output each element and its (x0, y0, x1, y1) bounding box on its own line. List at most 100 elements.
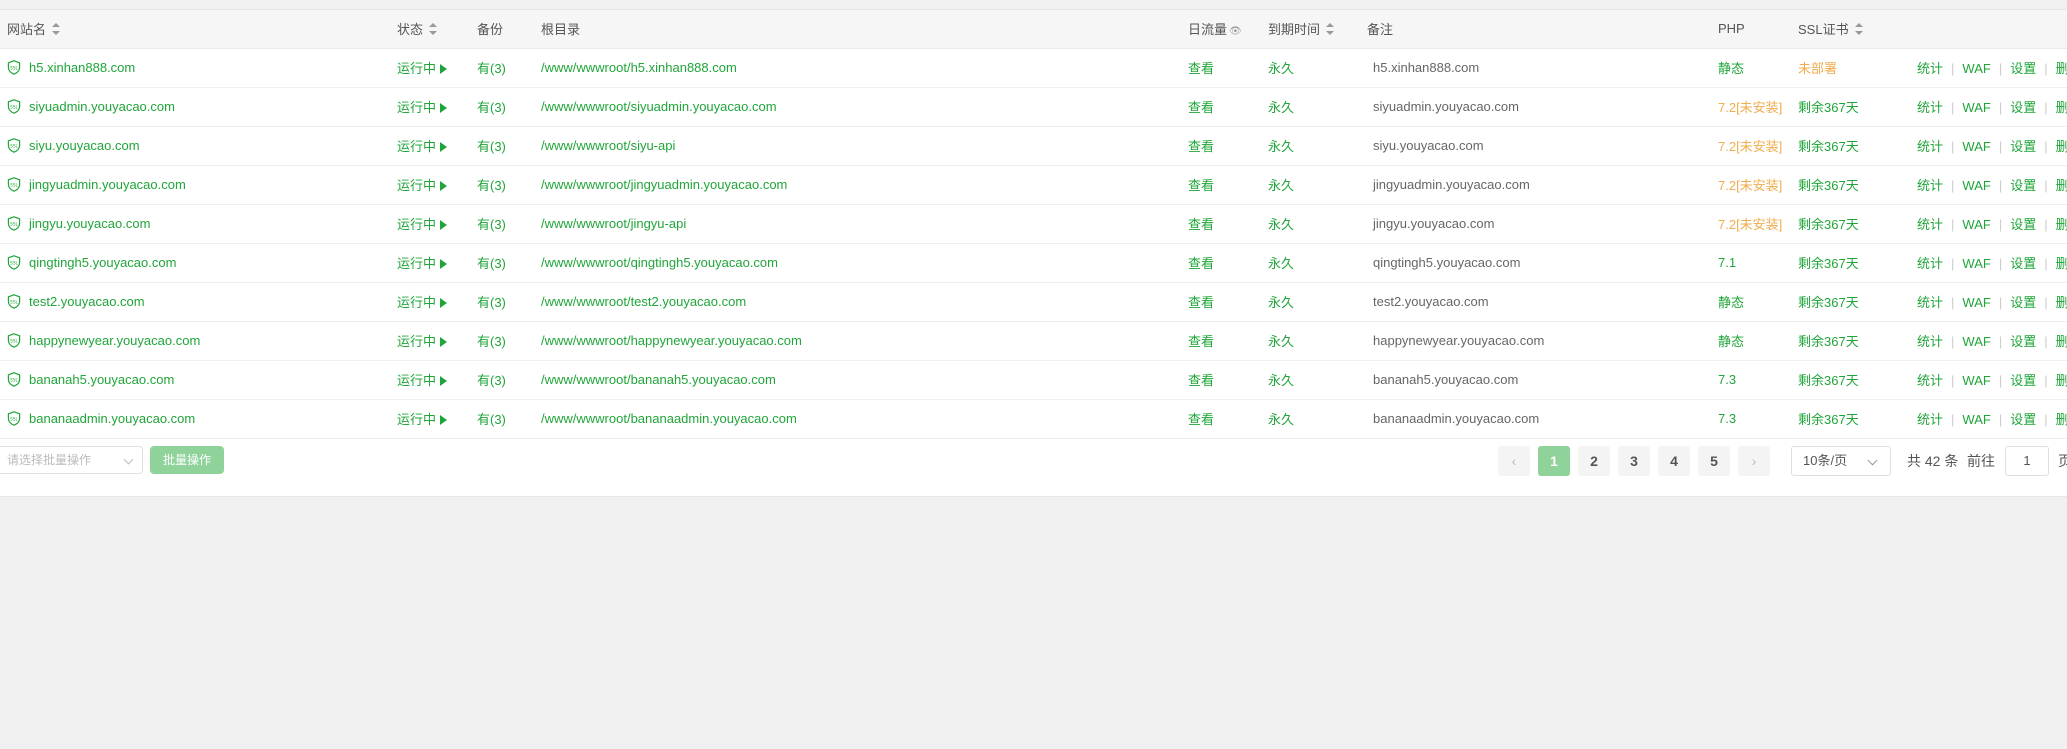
ssl-cell[interactable]: 剩余367天 (1798, 399, 1911, 438)
remark-cell[interactable]: jingyu.youyacao.com (1367, 204, 1718, 243)
next-page-button[interactable]: › (1738, 446, 1770, 476)
traffic-view-link[interactable]: 查看 (1188, 178, 1214, 193)
php-version-link[interactable]: 静态 (1718, 295, 1744, 310)
delete-link[interactable]: 删除 (2056, 256, 2067, 271)
col-header-name[interactable]: 网站名 (0, 10, 397, 49)
status-cell[interactable]: 运行中 (397, 321, 477, 360)
root-dir-link[interactable]: /www/wwwroot/test2.youyacao.com (541, 294, 746, 309)
settings-link[interactable]: 设置 (2010, 100, 2036, 115)
php-cell[interactable]: 7.2[未安装] (1718, 165, 1798, 204)
backup-cell[interactable]: 有(3) (477, 321, 541, 360)
backup-link[interactable]: 有(3) (477, 295, 506, 310)
ssl-cell[interactable]: 剩余367天 (1798, 204, 1911, 243)
remark-cell[interactable]: siyu.youyacao.com (1367, 126, 1718, 165)
traffic-view-link[interactable]: 查看 (1188, 334, 1214, 349)
traffic-cell[interactable]: 查看 (1188, 321, 1268, 360)
traffic-view-link[interactable]: 查看 (1188, 61, 1214, 76)
ssl-status-link[interactable]: 剩余367天 (1798, 373, 1859, 388)
expire-link[interactable]: 永久 (1268, 295, 1294, 310)
play-icon[interactable] (440, 415, 448, 425)
stats-link[interactable]: 统计 (1917, 61, 1943, 76)
col-header-expire[interactable]: 到期时间 (1268, 10, 1367, 49)
status-cell[interactable]: 运行中 (397, 282, 477, 321)
stats-link[interactable]: 统计 (1917, 139, 1943, 154)
site-name-cell[interactable]: SSL jingyu.youyacao.com (0, 204, 397, 243)
status-text[interactable]: 运行中 (397, 139, 436, 154)
expire-cell[interactable]: 永久 (1268, 87, 1367, 126)
expire-link[interactable]: 永久 (1268, 412, 1294, 427)
traffic-cell[interactable]: 查看 (1188, 165, 1268, 204)
ssl-cell[interactable]: 剩余367天 (1798, 126, 1911, 165)
col-header-ssl[interactable]: SSL证书 (1798, 10, 1911, 49)
page-button-5[interactable]: 5 (1698, 446, 1730, 476)
delete-link[interactable]: 删除 (2056, 217, 2067, 232)
remark-cell[interactable]: bananah5.youyacao.com (1367, 360, 1718, 399)
root-dir-link[interactable]: /www/wwwroot/siyuadmin.youyacao.com (541, 99, 777, 114)
expire-cell[interactable]: 永久 (1268, 243, 1367, 282)
sort-icon[interactable] (1326, 23, 1335, 36)
goto-page-input[interactable]: 1 (2005, 446, 2049, 476)
play-icon[interactable] (440, 220, 448, 230)
play-icon[interactable] (440, 337, 448, 347)
play-icon[interactable] (440, 298, 448, 308)
root-dir-link[interactable]: /www/wwwroot/happynewyear.youyacao.com (541, 333, 802, 348)
root-dir-link[interactable]: /www/wwwroot/bananah5.youyacao.com (541, 372, 776, 387)
ssl-status-link[interactable]: 剩余367天 (1798, 412, 1859, 427)
delete-link[interactable]: 删除 (2056, 139, 2067, 154)
remark-cell[interactable]: test2.youyacao.com (1367, 282, 1718, 321)
root-cell[interactable]: /www/wwwroot/jingyu-api (541, 204, 1188, 243)
ssl-status-link[interactable]: 剩余367天 (1798, 334, 1859, 349)
traffic-cell[interactable]: 查看 (1188, 243, 1268, 282)
waf-link[interactable]: WAF (1962, 178, 1990, 193)
status-text[interactable]: 运行中 (397, 100, 436, 115)
backup-link[interactable]: 有(3) (477, 61, 506, 76)
root-cell[interactable]: /www/wwwroot/jingyuadmin.youyacao.com (541, 165, 1188, 204)
site-name-cell[interactable]: SSL jingyuadmin.youyacao.com (0, 165, 397, 204)
remark-cell[interactable]: happynewyear.youyacao.com (1367, 321, 1718, 360)
root-cell[interactable]: /www/wwwroot/siyuadmin.youyacao.com (541, 87, 1188, 126)
ssl-status-link[interactable]: 剩余367天 (1798, 178, 1859, 193)
play-icon[interactable] (440, 64, 448, 74)
page-button-2[interactable]: 2 (1578, 446, 1610, 476)
site-name-cell[interactable]: SSL siyuadmin.youyacao.com (0, 87, 397, 126)
waf-link[interactable]: WAF (1962, 412, 1990, 427)
delete-link[interactable]: 删除 (2056, 100, 2067, 115)
stats-link[interactable]: 统计 (1917, 217, 1943, 232)
waf-link[interactable]: WAF (1962, 100, 1990, 115)
remark-text[interactable]: bananaadmin.youyacao.com (1373, 411, 1539, 426)
root-cell[interactable]: /www/wwwroot/happynewyear.youyacao.com (541, 321, 1188, 360)
traffic-cell[interactable]: 查看 (1188, 282, 1268, 321)
expire-link[interactable]: 永久 (1268, 334, 1294, 349)
expire-link[interactable]: 永久 (1268, 178, 1294, 193)
backup-link[interactable]: 有(3) (477, 334, 506, 349)
site-name-link[interactable]: bananaadmin.youyacao.com (29, 411, 195, 426)
php-cell[interactable]: 静态 (1718, 321, 1798, 360)
php-cell[interactable]: 7.3 (1718, 399, 1798, 438)
delete-link[interactable]: 删除 (2056, 373, 2067, 388)
status-cell[interactable]: 运行中 (397, 243, 477, 282)
root-cell[interactable]: /www/wwwroot/bananaadmin.youyacao.com (541, 399, 1188, 438)
expire-link[interactable]: 永久 (1268, 373, 1294, 388)
expire-link[interactable]: 永久 (1268, 100, 1294, 115)
ssl-status-link[interactable]: 剩余367天 (1798, 295, 1859, 310)
expire-cell[interactable]: 永久 (1268, 399, 1367, 438)
site-name-link[interactable]: test2.youyacao.com (29, 294, 145, 309)
settings-link[interactable]: 设置 (2010, 412, 2036, 427)
site-name-cell[interactable]: SSL bananah5.youyacao.com (0, 360, 397, 399)
delete-link[interactable]: 删除 (2056, 61, 2067, 76)
play-icon[interactable] (440, 259, 448, 269)
delete-link[interactable]: 删除 (2056, 334, 2067, 349)
remark-text[interactable]: siyuadmin.youyacao.com (1373, 99, 1519, 114)
root-cell[interactable]: /www/wwwroot/siyu-api (541, 126, 1188, 165)
ssl-cell[interactable]: 剩余367天 (1798, 243, 1911, 282)
settings-link[interactable]: 设置 (2010, 139, 2036, 154)
backup-cell[interactable]: 有(3) (477, 204, 541, 243)
play-icon[interactable] (440, 142, 448, 152)
expire-cell[interactable]: 永久 (1268, 126, 1367, 165)
remark-text[interactable]: bananah5.youyacao.com (1373, 372, 1518, 387)
ssl-status-link[interactable]: 剩余367天 (1798, 139, 1859, 154)
sort-icon[interactable] (52, 23, 61, 36)
waf-link[interactable]: WAF (1962, 334, 1990, 349)
php-cell[interactable]: 静态 (1718, 282, 1798, 321)
status-text[interactable]: 运行中 (397, 334, 436, 349)
